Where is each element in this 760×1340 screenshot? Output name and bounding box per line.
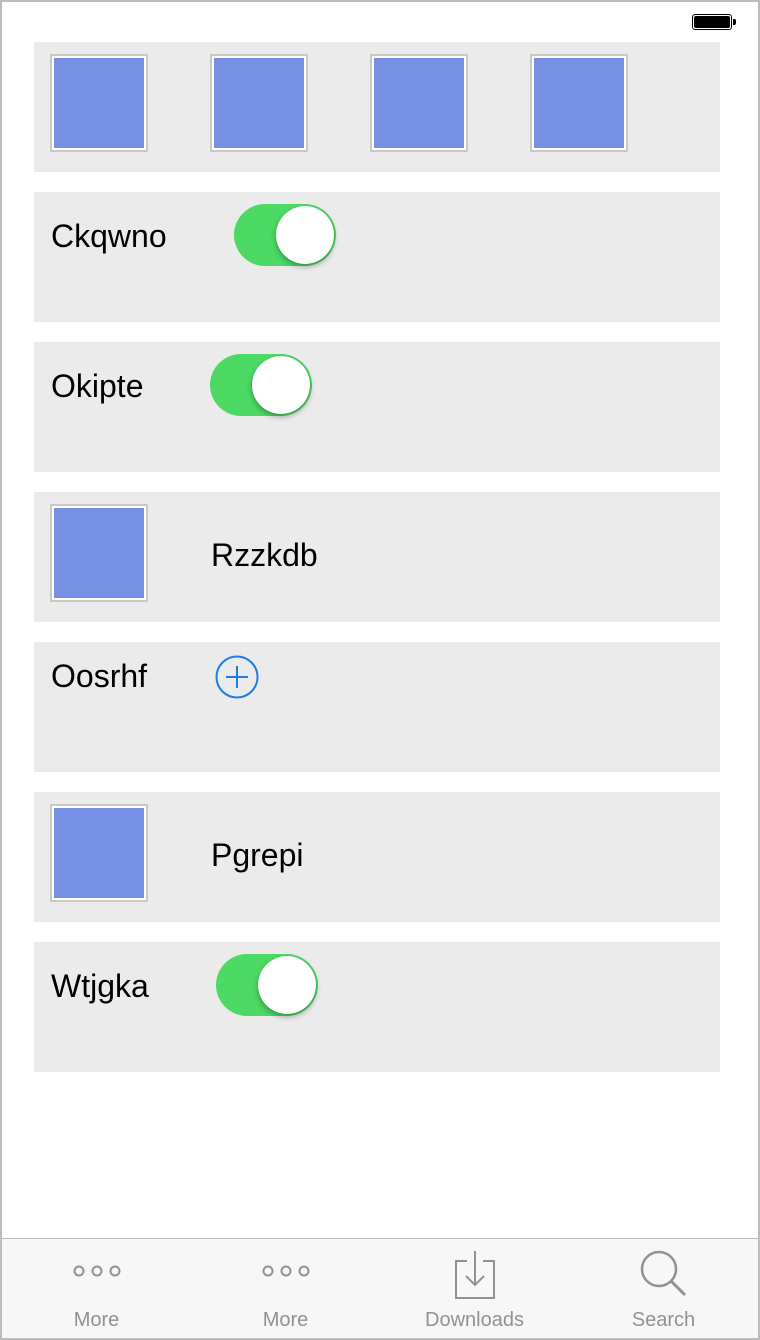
tab-downloads[interactable]: Downloads (380, 1239, 569, 1338)
row-thumbnail[interactable] (50, 504, 148, 602)
settings-row-wtjgka: Wtjgka (34, 942, 720, 1072)
row-label: Okipte (51, 368, 144, 404)
plus-circle-icon[interactable] (215, 655, 259, 699)
row-label: Wtjgka (51, 968, 149, 1004)
gallery-thumbnail[interactable] (50, 54, 148, 152)
tab-more-1[interactable]: More (2, 1239, 191, 1338)
tab-more-2[interactable]: More (191, 1239, 380, 1338)
image-gallery-card (34, 42, 720, 172)
ckqwno-toggle[interactable] (234, 204, 336, 266)
settings-row-ckqwno: Ckqwno (34, 192, 720, 322)
tab-label: More (73, 1309, 120, 1331)
row-label: Ckqwno (51, 218, 167, 254)
settings-row-oosrhf: Oosrhf (34, 642, 720, 772)
row-label: Oosrhf (51, 658, 148, 694)
tab-bar: More More Downloads Search (2, 1238, 758, 1338)
settings-row-pgrepi: Pgrepi (34, 792, 720, 922)
tab-label: More (262, 1309, 309, 1331)
row-thumbnail[interactable] (50, 804, 148, 902)
row-label: Rzzkdb (211, 537, 318, 573)
okipte-toggle[interactable] (210, 354, 312, 416)
download-icon (454, 1251, 495, 1299)
gallery-thumbnail[interactable] (210, 54, 308, 152)
more-dots-icon (262, 1265, 309, 1277)
tab-label: Downloads (425, 1309, 524, 1331)
row-label: Pgrepi (211, 837, 304, 873)
gallery-thumbnail[interactable] (530, 54, 628, 152)
search-icon (640, 1250, 686, 1297)
more-dots-icon (73, 1265, 120, 1277)
wtjgka-toggle[interactable] (216, 954, 318, 1016)
tab-search[interactable]: Search (569, 1239, 758, 1338)
battery-full-icon (692, 14, 736, 32)
app-screen: Ckqwno Okipte Rzzkdb Oosrhf Pgrepi Wtjgk… (0, 0, 760, 1340)
gallery-thumbnail[interactable] (370, 54, 468, 152)
tab-label: Search (631, 1309, 696, 1331)
settings-row-okipte: Okipte (34, 342, 720, 472)
settings-row-rzzkdb: Rzzkdb (34, 492, 720, 622)
